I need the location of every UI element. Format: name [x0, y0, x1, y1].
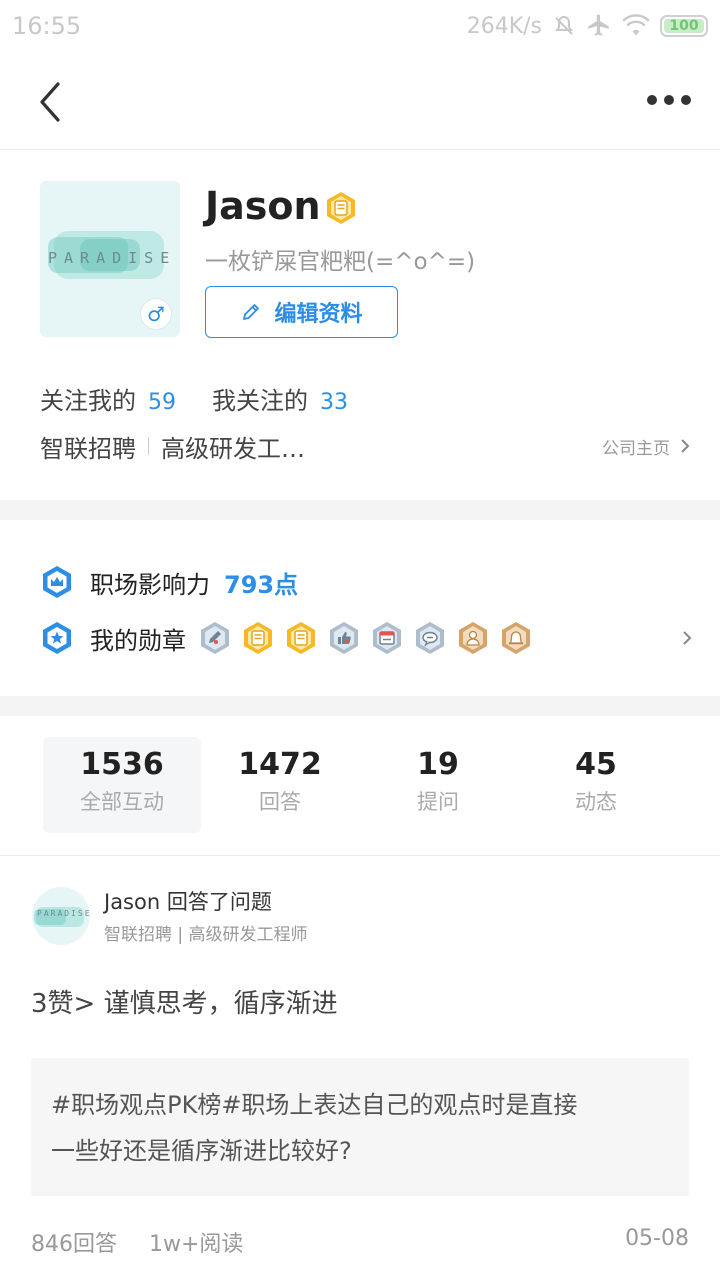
bell-medal-icon [502, 622, 530, 654]
feed-avatar[interactable]: PARADISE [32, 887, 90, 945]
nav-bar [0, 52, 720, 150]
gold-badge-icon [327, 192, 355, 224]
job-position: 高级研发工… [161, 434, 305, 463]
feed-answer-title[interactable]: 3赞> 谨慎思考，循序渐进 [31, 983, 338, 1020]
separator [148, 437, 149, 455]
star-hex-icon [43, 622, 71, 654]
calendar-medal-icon [373, 622, 401, 654]
following-label: 我关注的 [212, 386, 308, 415]
tab-all-interactions[interactable]: 1536 全部互动 [43, 737, 201, 833]
divider [0, 855, 720, 856]
section-divider [0, 696, 720, 716]
question-card[interactable]: #职场观点PK榜#职场上表达自己的观点时是直接 一些好还是循序渐进比较好? [31, 1058, 689, 1196]
back-arrow-icon[interactable] [30, 80, 70, 124]
male-gender-icon: ♂ [140, 298, 172, 330]
wifi-icon [622, 14, 650, 36]
followers-count: 59 [148, 389, 176, 415]
document-medal-icon [287, 622, 315, 654]
follow-stats: 关注我的 59 我关注的 33 [40, 380, 348, 416]
user-medal-icon [459, 622, 487, 654]
company-home-link[interactable]: 公司主页 [602, 434, 690, 459]
company-row: 智联招聘 高级研发工… 公司主页 [40, 428, 690, 464]
influence-row[interactable]: 职场影响力 793点 [40, 562, 298, 602]
pencil-icon [243, 304, 260, 320]
stat-label: 提问 [417, 790, 459, 814]
stat-number: 19 [417, 747, 459, 782]
user-name: Jason [205, 184, 321, 228]
document-medal-icon [244, 622, 272, 654]
influence-value: 793点 [224, 570, 299, 599]
pen-medal-icon [201, 622, 229, 654]
chevron-right-icon [681, 439, 690, 453]
feed-meta: 846回答 1w+阅读 05-08 [31, 1226, 689, 1258]
medals-row[interactable]: 我的勋章 [40, 618, 692, 658]
section-divider [0, 500, 720, 520]
following-link[interactable]: 我关注的 33 [212, 381, 348, 416]
followers-label: 关注我的 [40, 386, 136, 415]
tab-activities[interactable]: 45 动态 [517, 737, 675, 833]
feed-author-company: 智联招聘 | 高级研发工程师 [104, 925, 308, 945]
feed-author[interactable]: Jason 回答了问题 [104, 886, 272, 916]
user-signature: 一枚铲屎官粑粑(=^o^=) [205, 249, 476, 275]
stat-number: 1536 [80, 747, 164, 782]
read-count: 1w+阅读 [149, 1232, 244, 1257]
status-bar: 16:55 264K/s 100 [0, 0, 720, 52]
medal-list [198, 621, 533, 655]
mute-icon [555, 15, 573, 35]
tab-answers[interactable]: 1472 回答 [201, 737, 359, 833]
question-line: #职场观点PK榜#职场上表达自己的观点时是直接 [51, 1091, 578, 1119]
stat-label: 回答 [259, 790, 301, 814]
status-time: 16:55 [12, 12, 82, 40]
answer-count: 846回答 [31, 1232, 117, 1257]
stat-number: 1472 [238, 747, 322, 782]
edit-profile-label: 编辑资料 [274, 302, 363, 327]
net-speed: 264K/s [466, 13, 542, 39]
stats-tabs: 1536 全部互动 1472 回答 19 提问 45 动态 [43, 737, 677, 833]
tab-questions[interactable]: 19 提问 [359, 737, 517, 833]
question-line: 一些好还是循序渐进比较好? [51, 1137, 352, 1165]
company-home-label: 公司主页 [602, 438, 670, 459]
influence-label: 职场影响力 [90, 570, 210, 599]
following-count: 33 [320, 389, 348, 415]
more-dots-icon[interactable] [644, 90, 694, 110]
chevron-right-icon [683, 631, 692, 645]
stat-number: 45 [575, 747, 617, 782]
stat-label: 动态 [575, 790, 617, 814]
medals-label: 我的勋章 [90, 626, 186, 655]
followers-link[interactable]: 关注我的 59 [40, 381, 176, 416]
feed-avatar-text: PARADISE [37, 909, 90, 918]
stat-label: 全部互动 [80, 790, 164, 814]
battery-icon: 100 [660, 15, 708, 37]
chat-medal-icon [416, 622, 444, 654]
company-name: 智联招聘 [40, 434, 136, 463]
airplane-icon [588, 14, 609, 36]
edit-profile-button[interactable]: 编辑资料 [205, 286, 398, 338]
thumbs-up-medal-icon [330, 622, 358, 654]
avatar-text: PARADISE [48, 249, 177, 267]
feed-date: 05-08 [625, 1226, 689, 1251]
crown-hex-icon [43, 566, 71, 598]
status-icons: 264K/s 100 [467, 10, 708, 42]
battery-level: 100 [664, 18, 704, 34]
